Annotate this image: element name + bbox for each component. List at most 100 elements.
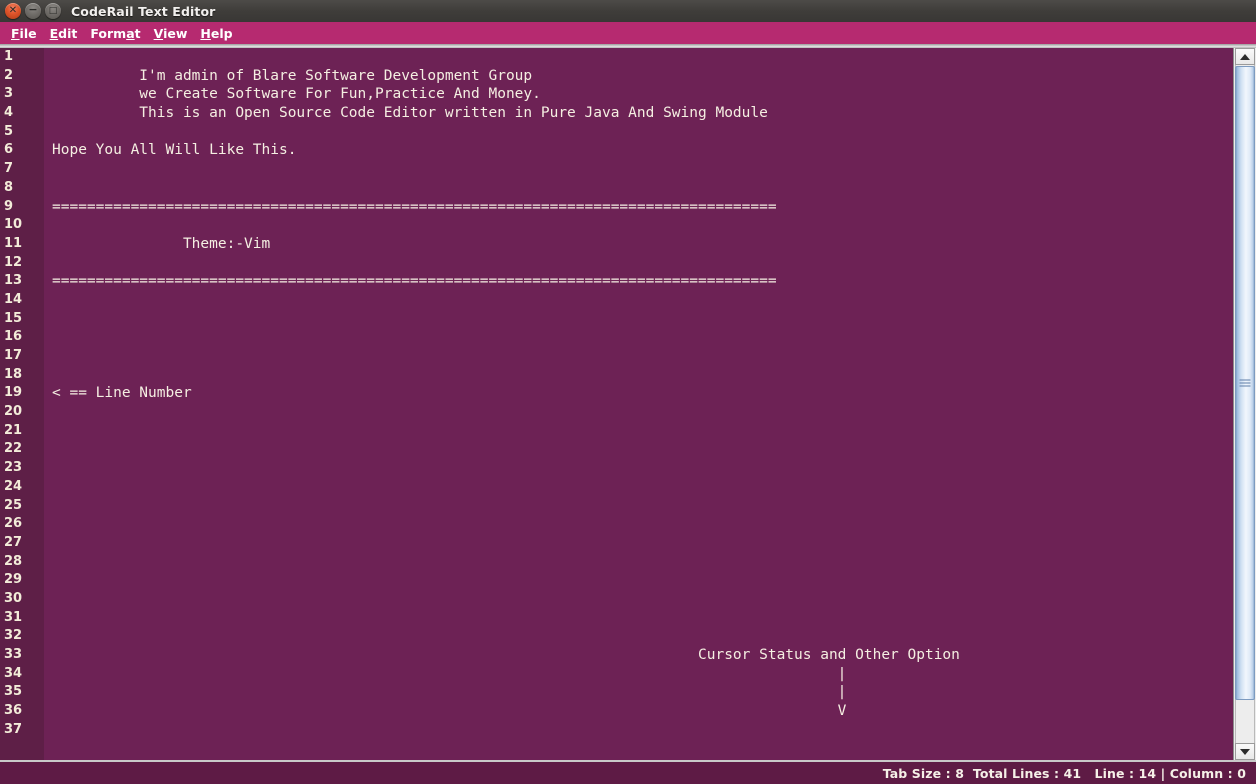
- line-number: 20: [4, 404, 23, 420]
- line-number: 35: [4, 684, 23, 700]
- app-window: ✕ − □ CodeRail Text Editor File Edit For…: [0, 0, 1256, 784]
- status-bar: Tab Size : 8 Total Lines : 41 Line : 14 …: [0, 760, 1256, 784]
- scroll-up-button[interactable]: [1235, 48, 1255, 65]
- code-line: Hope You All Will Like This.: [52, 142, 297, 159]
- code-line: ========================================…: [52, 198, 777, 215]
- line-number: 18: [4, 366, 23, 382]
- menu-help-mnemonic: H: [200, 25, 211, 41]
- line-number: 25: [4, 497, 23, 513]
- menu-item-format[interactable]: Format: [84, 24, 147, 43]
- menu-file-rest: ile: [19, 25, 37, 41]
- line-number: 3: [4, 86, 14, 102]
- menu-bar: File Edit Format View Help: [0, 22, 1256, 44]
- line-number: 13: [4, 273, 23, 289]
- line-number: 36: [4, 703, 23, 719]
- line-number-gutter: 1 2 3 4 5 6 7 8 9 10 11 12 13 14 15 16 17 18 19 20 21 22 23 24 2…: [0, 48, 44, 760]
- menu-edit-mnemonic: E: [49, 25, 59, 41]
- menu-item-file[interactable]: File: [5, 24, 44, 43]
- code-line: ========================================…: [52, 273, 777, 290]
- code-text-area[interactable]: I'm admin of Blare Software Development …: [44, 48, 1233, 760]
- status-text: Tab Size : 8 Total Lines : 41 Line : 14 …: [882, 765, 1246, 781]
- grip-icon: [1239, 378, 1251, 389]
- line-number: 22: [4, 441, 23, 457]
- menu-file-mnemonic: F: [11, 25, 20, 41]
- line-number: 7: [4, 161, 14, 177]
- line-number: 32: [4, 628, 23, 644]
- scroll-down-button[interactable]: [1235, 743, 1255, 760]
- code-line: Theme:-Vim: [52, 235, 271, 252]
- menu-view-mnemonic: V: [153, 25, 164, 41]
- menu-item-view[interactable]: View: [148, 24, 195, 43]
- menu-format-mnemonic: a: [126, 25, 135, 41]
- line-number: 37: [4, 721, 23, 737]
- code-line: I'm admin of Blare Software Development …: [52, 67, 533, 84]
- menu-help-rest: elp: [210, 25, 233, 41]
- menu-edit-rest: dit: [58, 25, 78, 41]
- line-number: 17: [4, 348, 23, 363]
- line-number: 16: [4, 329, 23, 345]
- line-number: 30: [4, 590, 23, 606]
- editor-area[interactable]: 1 2 3 4 5 6 7 8 9 10 11 12 13 14 15 16 17 18 19 20 21 22 23 24 2…: [0, 48, 1233, 760]
- menu-item-edit[interactable]: Edit: [44, 24, 85, 43]
- line-number: 33: [4, 647, 23, 662]
- line-number: 34: [4, 665, 23, 681]
- menu-item-help[interactable]: Help: [194, 24, 239, 43]
- line-number: 6: [4, 142, 14, 158]
- line-number: 28: [4, 553, 23, 569]
- close-button[interactable]: ✕: [5, 3, 21, 19]
- line-number: 23: [4, 460, 23, 476]
- menu-format-pre: Form: [90, 25, 127, 41]
- code-line: we Create Software For Fun,Practice And …: [52, 86, 541, 103]
- line-number: 11: [4, 235, 23, 251]
- chevron-down-icon: [1240, 748, 1250, 755]
- code-line: V: [52, 703, 847, 720]
- window-title: CodeRail Text Editor: [71, 3, 216, 19]
- title-bar: ✕ − □ CodeRail Text Editor: [0, 0, 1256, 22]
- vertical-scrollbar[interactable]: [1233, 48, 1256, 760]
- maximize-icon: □: [48, 6, 58, 16]
- line-number: 21: [4, 422, 23, 438]
- line-number: 5: [4, 123, 14, 139]
- minimize-button[interactable]: −: [25, 3, 41, 19]
- chevron-up-icon: [1240, 53, 1250, 60]
- line-number: 10: [4, 217, 23, 233]
- line-number: 27: [4, 534, 23, 550]
- code-line: |: [52, 665, 847, 682]
- maximize-button[interactable]: □: [45, 3, 61, 19]
- line-number: 31: [4, 609, 23, 625]
- scrollbar-thumb[interactable]: [1235, 66, 1255, 700]
- menu-view-rest: iew: [163, 25, 188, 41]
- minimize-icon: −: [28, 3, 38, 16]
- line-number: 24: [4, 478, 23, 494]
- line-number: 14: [4, 291, 23, 307]
- code-line: This is an Open Source Code Editor writt…: [52, 105, 768, 122]
- code-line: < == Line Number: [52, 385, 192, 402]
- menu-format-rest: t: [134, 25, 141, 41]
- line-number: 29: [4, 572, 23, 588]
- line-number: 9: [4, 198, 14, 214]
- line-number: 12: [4, 254, 23, 270]
- code-line: |: [52, 684, 847, 701]
- line-number: 26: [4, 516, 23, 532]
